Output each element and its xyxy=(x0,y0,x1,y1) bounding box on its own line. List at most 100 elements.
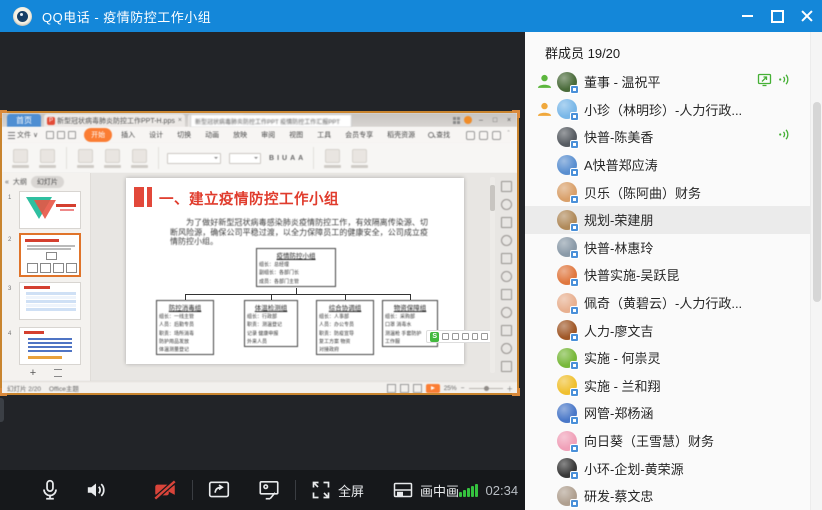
outline-tab[interactable]: 大纲 xyxy=(13,177,27,187)
search-icon[interactable] xyxy=(428,132,435,139)
wps-menu-item[interactable]: 会员专享 xyxy=(340,128,378,142)
wps-menu-item[interactable]: 插入 xyxy=(116,128,140,142)
maximize-button[interactable] xyxy=(762,0,792,32)
wps-tool-icon[interactable] xyxy=(501,271,512,282)
zoom-in-icon[interactable]: ＋ xyxy=(507,383,514,393)
member-row[interactable]: 小环-企划-黄荣源 xyxy=(525,454,822,482)
member-row[interactable]: 实施 - 兰和翔 xyxy=(525,372,822,400)
wps-tool-icon[interactable] xyxy=(501,253,512,264)
slide-thumbnail-2-selected[interactable] xyxy=(19,233,81,277)
member-row[interactable]: 快普实施-吴跃昆 xyxy=(525,261,822,289)
device-badge-icon xyxy=(570,416,579,425)
apps-grid-icon[interactable] xyxy=(453,117,460,124)
wps-menu-item[interactable]: 视图 xyxy=(284,128,308,142)
camera-off-button[interactable] xyxy=(152,477,178,503)
close-button[interactable] xyxy=(792,0,822,32)
qq-call-icon-highlight xyxy=(20,13,23,16)
collapse-panel-icon[interactable]: « xyxy=(5,179,9,186)
panel-menu-icon[interactable] xyxy=(54,369,62,377)
member-row[interactable]: 贝乐（陈阿曲）财务 xyxy=(525,178,822,206)
file-menu[interactable]: 文件 ∨ xyxy=(8,130,38,140)
wps-tool-icon[interactable] xyxy=(501,289,512,300)
wps-menu-item[interactable]: 放映 xyxy=(228,128,252,142)
slide-scrollbar[interactable] xyxy=(490,177,495,373)
ribbon-group[interactable] xyxy=(12,149,29,168)
wps-menu-item[interactable]: 工具 xyxy=(312,128,336,142)
wps-tool-icon[interactable] xyxy=(501,199,512,210)
member-row[interactable]: 研发-蔡文忠 xyxy=(525,482,822,510)
wps-floating-toolbar[interactable]: S xyxy=(426,330,492,343)
view-notes-icon[interactable] xyxy=(413,384,422,393)
wps-menu-item[interactable]: 审阅 xyxy=(256,128,280,142)
slide-thumbnail-3[interactable] xyxy=(19,282,81,320)
font-style-buttons[interactable]: BIUAA xyxy=(269,155,303,162)
ribbon-group[interactable] xyxy=(324,149,341,168)
wps-tool-icon[interactable] xyxy=(501,307,512,318)
member-row[interactable]: 佩奇（黄碧云）-人力行政... xyxy=(525,289,822,317)
wps-restore-icon[interactable]: □ xyxy=(490,117,500,124)
member-row[interactable]: 快普-陈美香 xyxy=(525,123,822,151)
wps-tool-icon[interactable] xyxy=(501,235,512,246)
find-label[interactable]: 查找 xyxy=(436,130,450,140)
members-scrollbar-thumb[interactable] xyxy=(813,102,821,302)
speaker-button[interactable] xyxy=(84,478,108,502)
slide-thumbnail-1[interactable] xyxy=(19,191,81,229)
wps-tool-icon[interactable] xyxy=(501,181,512,192)
wps-home-tab[interactable]: 首页 xyxy=(7,114,41,127)
wps-menu-item[interactable]: 动画 xyxy=(200,128,224,142)
device-badge-icon xyxy=(570,388,579,397)
member-row[interactable]: 快普-林惠玲 xyxy=(525,234,822,262)
member-avatar xyxy=(557,99,577,119)
ribbon-group[interactable] xyxy=(351,149,368,168)
font-size-select[interactable] xyxy=(229,153,261,164)
tab-close-icon[interactable]: × xyxy=(178,117,182,124)
slide-thumbnail-4[interactable] xyxy=(19,327,81,365)
wps-tool-icon[interactable] xyxy=(501,217,512,228)
ribbon-group[interactable] xyxy=(39,149,56,168)
wps-ribbon: BIUAA xyxy=(2,143,517,174)
zoom-out-icon[interactable]: − xyxy=(461,385,465,392)
slideshow-play-button[interactable] xyxy=(426,384,440,393)
member-row[interactable]: 网管-郑杨涵 xyxy=(525,399,822,427)
view-normal-icon[interactable] xyxy=(387,384,396,393)
menu-right-icons[interactable]: ＾ xyxy=(466,130,512,140)
fullscreen-button[interactable]: 全屏 xyxy=(310,479,364,501)
add-slide-button[interactable]: + xyxy=(30,367,36,379)
wps-menu-item[interactable]: 开始 xyxy=(84,128,112,142)
wps-menu-item[interactable]: 切换 xyxy=(172,128,196,142)
wps-minimize-icon[interactable]: – xyxy=(476,117,486,124)
member-row[interactable]: A快普郑应涛 xyxy=(525,151,822,179)
wps-tool-icon[interactable] xyxy=(501,361,512,372)
ribbon-group[interactable] xyxy=(77,149,94,168)
member-row[interactable]: 人力-廖文吉 xyxy=(525,316,822,344)
font-name-select[interactable] xyxy=(167,153,221,164)
ribbon-group[interactable] xyxy=(131,149,148,168)
account-avatar[interactable] xyxy=(464,116,472,124)
member-row[interactable]: 董事 - 温祝平 xyxy=(525,68,822,96)
slide-number: 1 xyxy=(8,195,11,201)
quick-access-icons[interactable] xyxy=(46,131,76,139)
member-row[interactable]: 实施 - 何祟灵 xyxy=(525,344,822,372)
wps-tool-icon[interactable] xyxy=(501,325,512,336)
whiteboard-button[interactable] xyxy=(257,478,281,502)
wps-document-tab[interactable]: P 新型冠状病毒肺炎防控工作PPT-H.pps × xyxy=(44,114,185,127)
wps-menu-item[interactable]: 设计 xyxy=(144,128,168,142)
wps-menu-item[interactable]: 稻壳资源 xyxy=(382,128,420,142)
wps-close-icon[interactable]: × xyxy=(504,117,514,124)
side-panel-handle[interactable] xyxy=(0,398,4,422)
member-row[interactable]: 规划-荣建朋 xyxy=(525,206,822,234)
ribbon-group[interactable] xyxy=(104,149,121,168)
member-row[interactable]: 向日葵（王雪慧）财务 xyxy=(525,427,822,455)
zoom-slider[interactable] xyxy=(469,388,503,389)
member-row[interactable]: 小珍（林明珍）-人力行政... xyxy=(525,96,822,124)
mic-button[interactable] xyxy=(38,478,62,502)
slides-tab[interactable]: 幻灯片 xyxy=(31,176,64,188)
pip-button[interactable]: 画中画 xyxy=(392,479,459,501)
view-sorter-icon[interactable] xyxy=(400,384,409,393)
wps-tool-icon[interactable] xyxy=(501,343,512,354)
org-connector-line xyxy=(410,294,411,300)
share-screen-button[interactable] xyxy=(207,478,231,502)
minimize-button[interactable] xyxy=(732,0,762,32)
wps-side-toolbar[interactable] xyxy=(499,181,513,372)
ppt-file-icon: P xyxy=(47,117,55,125)
